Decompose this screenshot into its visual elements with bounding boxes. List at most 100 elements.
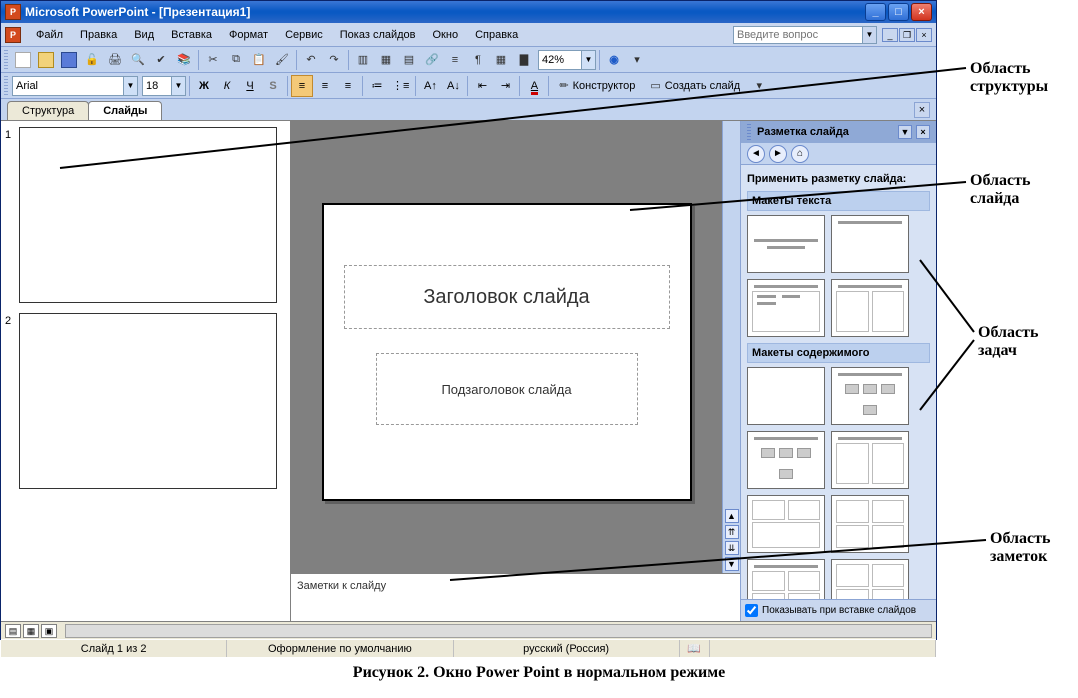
minimize-button[interactable]: _ bbox=[865, 3, 886, 21]
new-button[interactable] bbox=[12, 49, 34, 71]
menu-help[interactable]: Справка bbox=[467, 26, 526, 44]
next-slide-double-button[interactable]: ⇊ bbox=[725, 541, 739, 555]
align-right-button[interactable]: ≡ bbox=[337, 75, 359, 97]
toolbar-options-button-2[interactable]: ▾ bbox=[748, 75, 770, 97]
insert-hyperlink-button[interactable]: 🔗 bbox=[421, 49, 443, 71]
layout-blank[interactable] bbox=[747, 367, 825, 425]
insert-chart-button[interactable]: ▥ bbox=[352, 49, 374, 71]
insert-table-button[interactable]: ▦ bbox=[375, 49, 397, 71]
menu-format[interactable]: Формат bbox=[221, 26, 276, 44]
menu-window[interactable]: Окно bbox=[425, 26, 467, 44]
nav-forward-button[interactable]: ► bbox=[769, 145, 787, 163]
layout-four-content[interactable] bbox=[831, 495, 909, 553]
font-combo[interactable]: ▼ bbox=[12, 76, 138, 96]
doc-minimize-button[interactable]: _ bbox=[882, 28, 898, 42]
normal-view-button[interactable]: ▤ bbox=[5, 624, 21, 638]
new-slide-button[interactable]: ▭Создать слайд bbox=[643, 75, 747, 97]
slide-thumbnail-1[interactable] bbox=[19, 127, 277, 303]
font-dropdown[interactable]: ▼ bbox=[123, 77, 137, 95]
bullets-button[interactable]: ⋮≡ bbox=[389, 75, 412, 97]
decrease-font-button[interactable]: A↓ bbox=[442, 75, 464, 97]
toolbar-grip[interactable] bbox=[4, 50, 8, 70]
fontsize-dropdown[interactable]: ▼ bbox=[171, 77, 185, 95]
zoom-combo[interactable]: ▼ bbox=[538, 50, 596, 70]
align-center-button[interactable]: ≡ bbox=[314, 75, 336, 97]
help-button[interactable]: ◉ bbox=[603, 49, 625, 71]
show-formatting-button[interactable]: ¶ bbox=[467, 49, 489, 71]
layout-title-text[interactable] bbox=[747, 279, 825, 337]
status-language[interactable]: русский (Россия) bbox=[454, 640, 680, 657]
sorter-view-button[interactable]: ▦ bbox=[23, 624, 39, 638]
layout-two-content[interactable] bbox=[831, 431, 909, 489]
tables-borders-button[interactable]: ▤ bbox=[398, 49, 420, 71]
permission-button[interactable]: 🔓 bbox=[81, 49, 103, 71]
help-search-dropdown[interactable]: ▼ bbox=[863, 26, 877, 44]
close-button[interactable]: × bbox=[911, 3, 932, 21]
italic-button[interactable]: К bbox=[216, 75, 238, 97]
close-pane-button[interactable]: × bbox=[914, 102, 930, 118]
cut-button[interactable]: ✂ bbox=[202, 49, 224, 71]
prev-slide-double-button[interactable]: ⇈ bbox=[725, 525, 739, 539]
expand-all-button[interactable]: ≡ bbox=[444, 49, 466, 71]
shadow-button[interactable]: S bbox=[262, 75, 284, 97]
copy-button[interactable]: ⧉ bbox=[225, 49, 247, 71]
menu-view[interactable]: Вид bbox=[126, 26, 162, 44]
menu-edit[interactable]: Правка bbox=[72, 26, 125, 44]
layout-title-slide[interactable] bbox=[747, 215, 825, 273]
taskpane-close-button[interactable]: × bbox=[916, 125, 930, 139]
powerpoint-icon[interactable]: P bbox=[5, 27, 21, 43]
doc-restore-button[interactable]: ❐ bbox=[899, 28, 915, 42]
fontsize-input[interactable] bbox=[143, 77, 171, 95]
menu-insert[interactable]: Вставка bbox=[163, 26, 220, 44]
fontsize-combo[interactable]: ▼ bbox=[142, 76, 186, 96]
font-color-button[interactable]: A bbox=[523, 75, 545, 97]
print-preview-button[interactable]: 🔍 bbox=[127, 49, 149, 71]
zoom-input[interactable] bbox=[539, 51, 581, 69]
research-button[interactable]: 📚 bbox=[173, 49, 195, 71]
layout-title-content[interactable] bbox=[747, 431, 825, 489]
font-input[interactable] bbox=[13, 77, 123, 95]
slide-canvas[interactable]: Заголовок слайда Подзаголовок слайда bbox=[291, 121, 722, 573]
prev-slide-button[interactable]: ▲ bbox=[725, 509, 739, 523]
subtitle-placeholder[interactable]: Подзаголовок слайда bbox=[376, 353, 638, 425]
menu-slideshow[interactable]: Показ слайдов bbox=[332, 26, 424, 44]
toolbar-grip[interactable] bbox=[4, 76, 8, 96]
tab-outline[interactable]: Структура bbox=[7, 101, 89, 120]
color-button[interactable]: ▇ bbox=[513, 49, 535, 71]
show-grid-button[interactable]: ▦ bbox=[490, 49, 512, 71]
outline-pane[interactable]: 1 2 bbox=[1, 121, 291, 621]
redo-button[interactable]: ↷ bbox=[323, 49, 345, 71]
tab-slides[interactable]: Слайды bbox=[88, 101, 162, 120]
toolbar-options-button[interactable]: ▾ bbox=[626, 49, 648, 71]
undo-button[interactable]: ↶ bbox=[300, 49, 322, 71]
spellcheck-button[interactable]: ✔ bbox=[150, 49, 172, 71]
designer-button[interactable]: ✏Конструктор bbox=[552, 75, 642, 97]
nav-back-button[interactable]: ◄ bbox=[747, 145, 765, 163]
save-button[interactable] bbox=[58, 49, 80, 71]
help-search-input[interactable] bbox=[733, 26, 863, 44]
layout-big-four[interactable] bbox=[831, 559, 909, 599]
layout-two-text[interactable] bbox=[831, 279, 909, 337]
taskpane-body[interactable]: Применить разметку слайда: Макеты текста… bbox=[741, 165, 936, 599]
print-button[interactable]: 🖨 bbox=[104, 49, 126, 71]
next-slide-button[interactable]: ▼ bbox=[725, 557, 739, 571]
zoom-dropdown[interactable]: ▼ bbox=[581, 51, 595, 69]
open-button[interactable] bbox=[35, 49, 57, 71]
slideshow-view-button[interactable]: ▣ bbox=[41, 624, 57, 638]
title-placeholder[interactable]: Заголовок слайда bbox=[344, 265, 670, 329]
paste-button[interactable]: 📋 bbox=[248, 49, 270, 71]
slide-editor[interactable]: Заголовок слайда Подзаголовок слайда bbox=[322, 203, 692, 501]
format-painter-button[interactable]: 🖌 bbox=[271, 49, 293, 71]
increase-font-button[interactable]: A↑ bbox=[419, 75, 441, 97]
increase-indent-button[interactable]: ⇥ bbox=[494, 75, 516, 97]
layout-four-content-title[interactable] bbox=[747, 559, 825, 599]
slide-thumbnail-2[interactable] bbox=[19, 313, 277, 489]
menu-file[interactable]: Файл bbox=[28, 26, 71, 44]
taskpane-menu-button[interactable]: ▼ bbox=[898, 125, 912, 139]
doc-close-button[interactable]: × bbox=[916, 28, 932, 42]
maximize-button[interactable]: □ bbox=[888, 3, 909, 21]
underline-button[interactable]: Ч bbox=[239, 75, 261, 97]
layout-content[interactable] bbox=[831, 367, 909, 425]
layout-title-only[interactable] bbox=[831, 215, 909, 273]
status-spell-icon[interactable]: 📖 bbox=[680, 640, 710, 657]
